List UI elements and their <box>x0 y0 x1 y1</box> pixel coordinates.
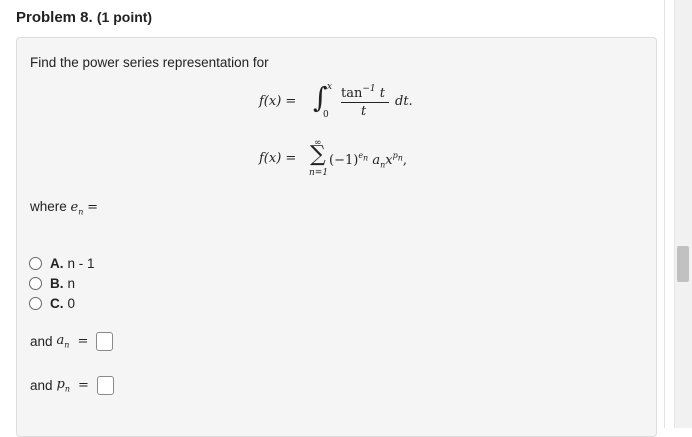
answer-pn-var: pn <box>57 377 70 394</box>
integrand-numerator: tan−1 t <box>341 84 385 101</box>
term-exponent-sub: n <box>363 153 369 163</box>
option-c-text: 0 <box>67 295 76 311</box>
tan-label: tan <box>341 86 363 101</box>
integral-upper-limit: x <box>327 82 333 92</box>
answer-an-var: an <box>57 333 70 350</box>
where-label: where <box>30 199 67 214</box>
answer-pn-label: and <box>30 378 53 393</box>
option-c[interactable]: C. 0 <box>29 295 75 311</box>
answer-row-an: and an = <box>30 332 114 351</box>
answer-an-input[interactable] <box>96 332 114 351</box>
problem-points: (1 point) <box>96 9 153 25</box>
option-a-letter: A. <box>50 255 64 271</box>
radio-b[interactable] <box>29 276 42 290</box>
question-prompt: Find the power series representation for <box>30 55 269 70</box>
term-var: x <box>385 153 393 168</box>
sum-sign: ∑ <box>310 142 326 167</box>
where-row: where en = <box>30 199 98 217</box>
option-b-letter: B. <box>50 275 64 291</box>
tan-variable: t <box>379 86 386 101</box>
term-tail: , <box>402 153 408 168</box>
term-coef: a <box>372 153 381 168</box>
answer-an-sub: n <box>64 340 70 350</box>
fraction-bar <box>341 102 389 103</box>
option-b-text: n <box>67 275 76 291</box>
option-c-letter: C. <box>50 295 64 311</box>
radio-c[interactable] <box>29 296 42 310</box>
answer-an-label: and <box>30 334 53 349</box>
term-exponent: en <box>358 151 369 163</box>
series-term: (−1)en an xpn, <box>329 151 407 170</box>
integrand-denominator: t <box>361 104 367 119</box>
series-equation: f(x) = ∞ ∑ n=1 (−1)en anxpn, <box>259 138 459 184</box>
differential: dt. <box>395 94 413 109</box>
option-b[interactable]: B. n <box>29 275 75 291</box>
radio-a[interactable] <box>29 256 42 270</box>
term-sign: (−1) <box>329 153 359 168</box>
problem-title: Problem 8. <box>16 9 93 26</box>
answer-row-pn: and pn = <box>30 376 114 395</box>
integral-sign: ∫ <box>313 81 328 114</box>
where-var: en <box>71 200 84 217</box>
integral-equation: f(x) = ∫ x 0 tan−1 t t dt. <box>259 81 439 124</box>
where-var-sub: n <box>78 207 84 217</box>
sum-lower-limit: n=1 <box>309 168 329 178</box>
answer-pn-letter: p <box>56 377 65 393</box>
eq1-lhs: f(x) = <box>259 94 297 109</box>
where-equals: = <box>87 200 99 215</box>
page-right-border <box>664 0 665 428</box>
scrollbar-track[interactable] <box>674 0 692 428</box>
answer-an-equals: = <box>77 334 89 349</box>
answer-pn-sub: n <box>64 384 71 394</box>
answer-pn-equals: = <box>78 378 89 393</box>
option-a-text: n - 1 <box>67 255 95 271</box>
tan-exponent: −1 <box>362 84 376 94</box>
term-var-exponent: pn <box>393 151 403 163</box>
integral-lower-limit: 0 <box>323 110 329 120</box>
scrollbar-thumb[interactable] <box>677 246 689 282</box>
answer-pn-input[interactable] <box>96 376 114 395</box>
option-a[interactable]: A. n - 1 <box>29 255 95 271</box>
problem-header: Problem 8. (1 point) <box>16 9 152 26</box>
eq2-lhs: f(x) = <box>259 151 297 166</box>
